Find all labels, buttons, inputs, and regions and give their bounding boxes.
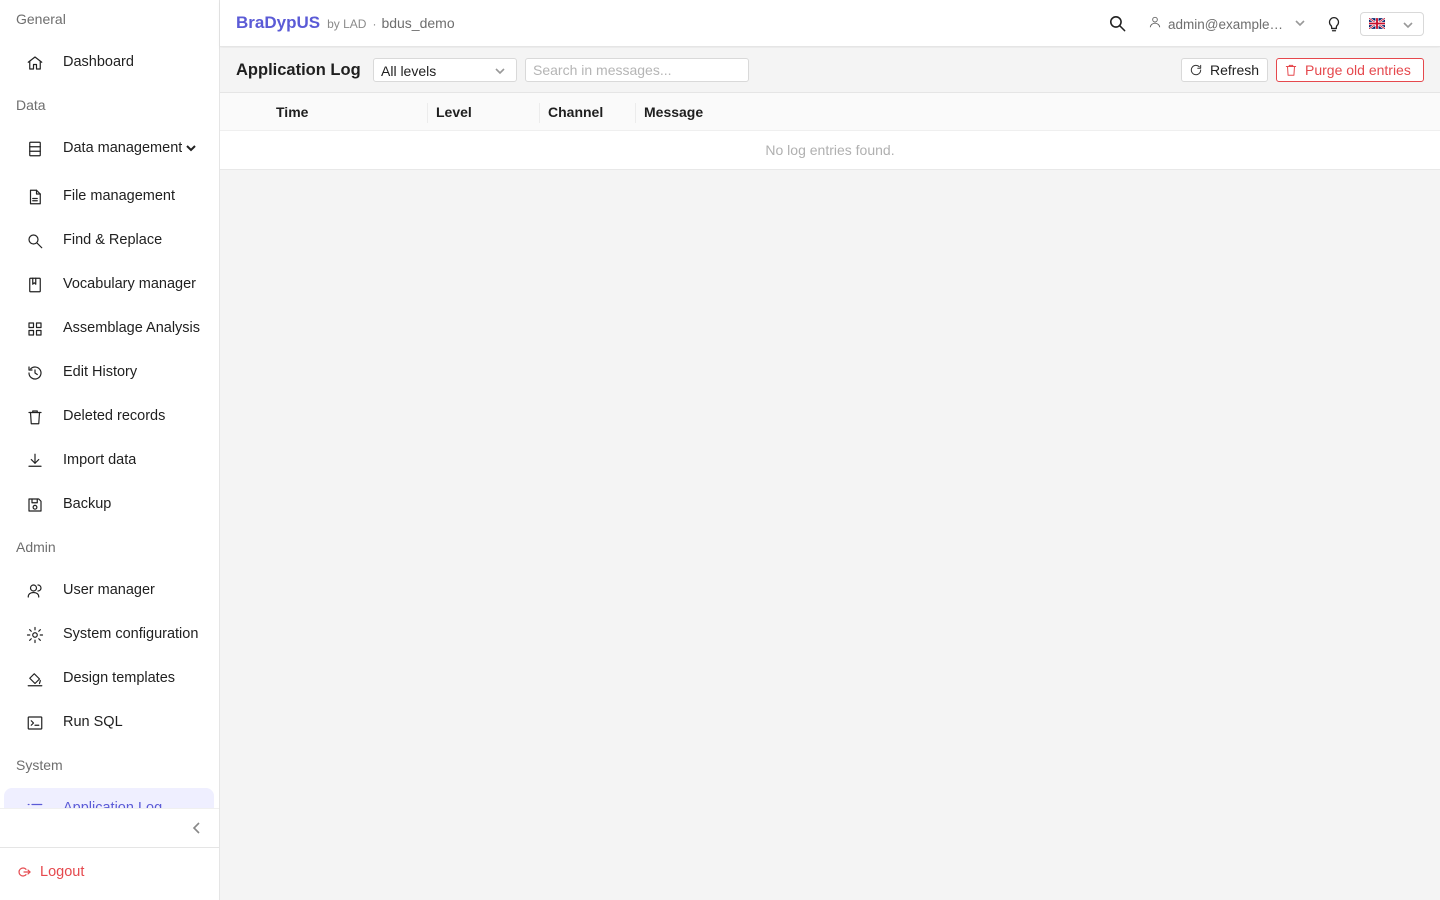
- sidebar-item-deleted-records[interactable]: Deleted records: [4, 396, 214, 436]
- top-header: BraDypUS by LAD · bdus_demo admin@exampl…: [220, 0, 1440, 47]
- sidebar-item-design-templates[interactable]: Design templates: [4, 658, 214, 698]
- sidebar-item-backup[interactable]: Backup: [4, 484, 214, 524]
- sidebar-item-user-manager[interactable]: User manager: [4, 570, 214, 610]
- column-header-message[interactable]: Message: [644, 104, 703, 120]
- sidebar-group-data: Data: [16, 97, 46, 113]
- sidebar-item-run-sql[interactable]: Run SQL: [4, 702, 214, 742]
- trash-icon: [1285, 64, 1297, 76]
- sidebar-nav: General Dashboard Data Data management F…: [0, 0, 219, 808]
- gear-icon: [26, 626, 44, 644]
- logout-button[interactable]: Logout: [16, 864, 84, 880]
- sidebar-item-import-data[interactable]: Import data: [4, 440, 214, 480]
- user-menu[interactable]: admin@example.com: [1148, 15, 1306, 34]
- chevron-down-icon: [1286, 16, 1306, 34]
- sidebar-item-label: Run SQL: [63, 714, 123, 730]
- sidebar-item-label: File management: [63, 188, 176, 204]
- brand-by: by LAD: [327, 17, 367, 31]
- sidebar-item-label: Import data: [63, 452, 137, 468]
- user-email: admin@example.com: [1168, 17, 1286, 32]
- user-icon: [1148, 15, 1162, 34]
- log-table: Time Level Channel Message No log entrie…: [220, 93, 1440, 170]
- sidebar-item-label: Dashboard: [63, 54, 134, 70]
- empty-state-text: No log entries found.: [765, 142, 895, 158]
- terminal-icon: [26, 714, 44, 732]
- paint-bucket-icon: [26, 670, 44, 688]
- users-icon: [26, 582, 44, 600]
- download-icon: [26, 452, 44, 470]
- refresh-label: Refresh: [1210, 62, 1260, 78]
- column-divider: [539, 103, 540, 123]
- language-select[interactable]: [1360, 12, 1424, 36]
- sidebar-group-general: General: [16, 11, 66, 27]
- logout-icon: [18, 867, 31, 877]
- refresh-icon: [1190, 64, 1202, 76]
- search-icon: [26, 232, 44, 250]
- sidebar-item-label: Deleted records: [63, 408, 166, 424]
- logout-row: Logout: [0, 847, 219, 900]
- save-icon: [26, 496, 44, 514]
- empty-state-row: No log entries found.: [220, 131, 1440, 170]
- sidebar-item-label: Edit History: [63, 364, 138, 380]
- chevron-down-icon: [185, 141, 197, 153]
- list-icon: [26, 800, 44, 808]
- file-icon: [26, 188, 44, 206]
- brand[interactable]: BraDypUS by LAD · bdus_demo: [236, 13, 455, 33]
- sidebar-group-admin: Admin: [16, 539, 56, 555]
- chevron-down-icon: [494, 64, 506, 82]
- app-name: bdus_demo: [381, 15, 455, 31]
- message-search-input[interactable]: [525, 58, 749, 82]
- lightbulb-icon[interactable]: [1325, 14, 1343, 34]
- brand-name: BraDypUS: [236, 13, 321, 32]
- column-header-channel[interactable]: Channel: [548, 104, 603, 120]
- search-icon[interactable]: [1108, 14, 1128, 34]
- uk-flag-icon: [1369, 18, 1385, 29]
- sidebar-item-label: Design templates: [63, 670, 176, 686]
- sidebar-item-file-management[interactable]: File management: [4, 176, 214, 216]
- home-icon: [26, 54, 44, 72]
- purge-button[interactable]: Purge old entries: [1276, 58, 1424, 82]
- sidebar-item-label: Vocabulary manager: [63, 276, 196, 292]
- sidebar-item-dashboard[interactable]: Dashboard: [4, 42, 214, 82]
- brand-separator: ·: [372, 17, 377, 31]
- page-title: Application Log: [236, 61, 361, 79]
- sidebar-item-label: User manager: [63, 582, 155, 598]
- sidebar-item-label: Data management: [63, 140, 183, 156]
- sidebar-item-vocabulary-manager[interactable]: Vocabulary manager: [4, 264, 214, 304]
- sidebar-item-data-management[interactable]: Data management: [4, 128, 214, 168]
- sidebar-item-find-replace[interactable]: Find & Replace: [4, 220, 214, 260]
- level-filter-select[interactable]: All levels: [373, 58, 517, 82]
- book-icon: [26, 276, 44, 294]
- sidebar-item-edit-history[interactable]: Edit History: [4, 352, 214, 392]
- trash-icon: [26, 408, 44, 426]
- table-header: Time Level Channel Message: [220, 93, 1440, 131]
- column-header-level[interactable]: Level: [436, 104, 472, 120]
- logout-label: Logout: [40, 864, 85, 880]
- column-divider: [427, 103, 428, 123]
- sidebar-item-label: Assemblage Analysis: [63, 320, 201, 336]
- page-toolbar: Application Log All levels Refresh Purge…: [220, 48, 1440, 93]
- database-icon: [26, 140, 44, 158]
- column-header-time[interactable]: Time: [276, 104, 308, 120]
- level-filter-value: All levels: [381, 63, 437, 79]
- sidebar-item-label: Application Log: [63, 800, 163, 808]
- sidebar-item-system-configuration[interactable]: System configuration: [4, 614, 214, 654]
- column-divider: [635, 103, 636, 123]
- sidebar-item-label: Find & Replace: [63, 232, 163, 248]
- sidebar-group-system: System: [16, 757, 63, 773]
- purge-label: Purge old entries: [1305, 62, 1411, 78]
- refresh-button[interactable]: Refresh: [1181, 58, 1268, 82]
- sidebar-collapse-row: [0, 808, 219, 848]
- chevron-left-icon[interactable]: [188, 819, 206, 837]
- sidebar-item-label: Backup: [63, 496, 112, 512]
- chevron-down-icon: [1402, 18, 1414, 36]
- sidebar-item-label: System configuration: [63, 626, 199, 642]
- history-icon: [26, 364, 44, 382]
- grid-icon: [26, 320, 44, 338]
- sidebar-item-application-log[interactable]: Application Log: [4, 788, 214, 808]
- sidebar-item-assemblage-analysis[interactable]: Assemblage Analysis: [4, 308, 214, 348]
- sidebar: General Dashboard Data Data management F…: [0, 0, 220, 900]
